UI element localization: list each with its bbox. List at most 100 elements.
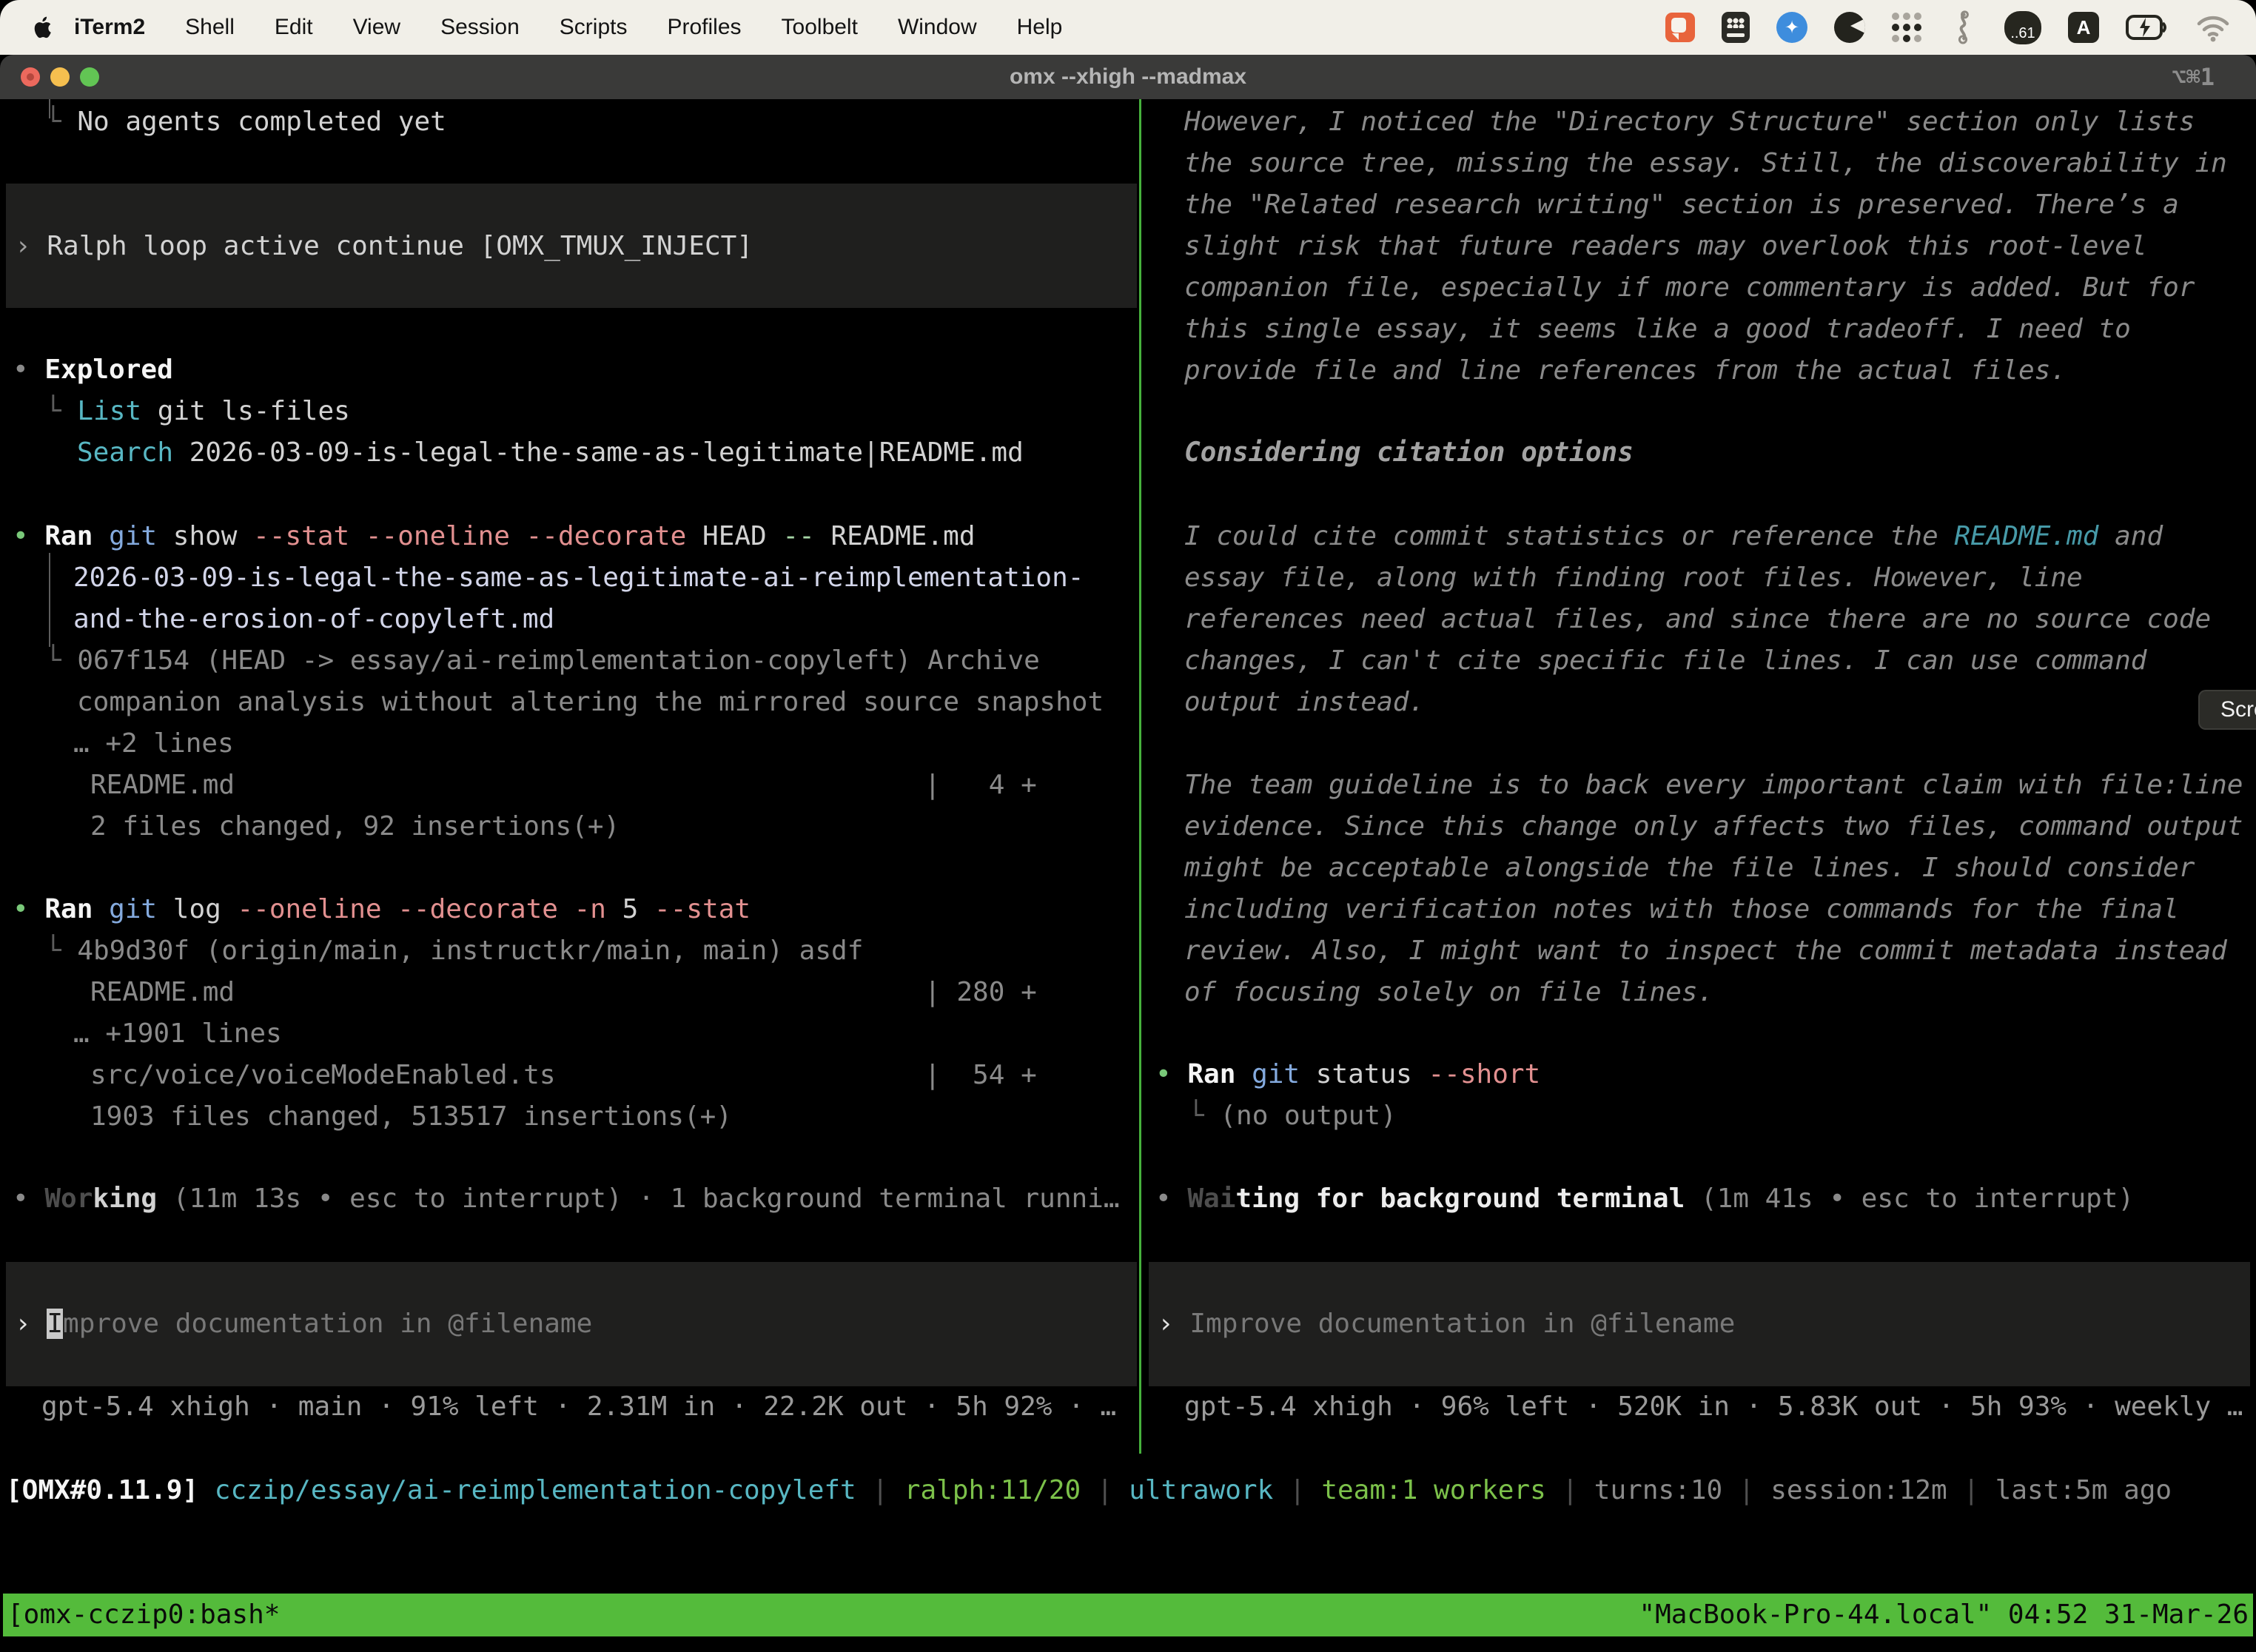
- menu-item-help[interactable]: Help: [997, 0, 1083, 55]
- wifi-icon[interactable]: [2195, 13, 2231, 42]
- text-cursor: I: [47, 1309, 63, 1339]
- hook-icon[interactable]: [1948, 10, 1978, 44]
- terminal-segment: 067f154 (HEAD -> essay/ai-reimplementati…: [77, 645, 1039, 676]
- right-prompt-input[interactable]: › Improve documentation in @filename: [1149, 1262, 2250, 1386]
- terminal-segment: Ran: [44, 521, 93, 551]
- omx-bar-segment: |: [1546, 1475, 1594, 1505]
- screen-share-tab[interactable]: Scre: [2198, 690, 2256, 730]
- terminal-segment: companion analysis without altering the …: [77, 687, 1104, 717]
- menu-items: iTerm2ShellEditViewSessionScriptsProfile…: [58, 0, 1082, 55]
- tree-guide: [49, 553, 50, 647]
- terminal-segment: the "Related research writing" section i…: [1184, 189, 2179, 220]
- right-terminal-pane: However, I noticed the "Directory Struct…: [1143, 99, 2256, 1461]
- terminal-segment: 2026-03-09-is-legal-the-same-as-legitima…: [73, 563, 1084, 593]
- left-input-line: › Improve documentation in @filename: [15, 1303, 592, 1345]
- terminal-line: Considering citation options: [1184, 432, 1634, 474]
- window-shortcut-badge: ⌥⌘1: [2172, 55, 2215, 99]
- terminal-line: └ No agents completed yet: [45, 101, 446, 143]
- pane-divider[interactable]: [1139, 99, 1141, 1454]
- menu-item-iterm2[interactable]: iTerm2: [58, 0, 165, 55]
- omx-bar-segment: |: [1273, 1475, 1321, 1505]
- terminal-line: 2 files changed, 92 insertions(+): [90, 806, 620, 847]
- terminal-line: … +1901 lines: [73, 1013, 282, 1055]
- screenshot-icon[interactable]: [1665, 13, 1695, 42]
- terminal-line: └ (no output): [1188, 1095, 1397, 1137]
- menu-item-profiles[interactable]: Profiles: [647, 0, 761, 55]
- input-source-a-icon[interactable]: A: [2068, 12, 2099, 43]
- terminal-segment: Considering citation options: [1184, 437, 1634, 468]
- loom-icon[interactable]: [1834, 12, 1865, 43]
- terminal-line: references need actual files, and since …: [1184, 599, 2211, 640]
- terminal-segment: Wor: [44, 1183, 93, 1214]
- omx-bar-segment: |: [1947, 1475, 1995, 1505]
- terminal-line: and-the-erosion-of-copyleft.md: [73, 599, 554, 640]
- right-model-statusline: gpt-5.4 xhigh · 96% left · 520K in · 5.8…: [1184, 1386, 2243, 1428]
- terminal-line: The team guideline is to back every impo…: [1184, 765, 2243, 806]
- terminal-line: essay file, along with finding root file…: [1184, 557, 2083, 599]
- keyboard-grid-icon[interactable]: [1722, 12, 1750, 43]
- terminal-segment: README.md: [815, 521, 976, 551]
- terminal-line: src/voice/voiceModeEnabled.ts | 54 +: [90, 1055, 1037, 1096]
- terminal-segment: Search: [77, 437, 173, 468]
- terminal-segment: git: [1252, 1059, 1300, 1089]
- terminal-segment: git: [109, 521, 157, 551]
- omx-bar-segment: |: [1081, 1475, 1129, 1505]
- menu-item-view[interactable]: View: [333, 0, 420, 55]
- terminal-segment: [93, 521, 109, 551]
- apple-menu-icon[interactable]: [28, 11, 58, 44]
- terminal-segment: show: [157, 521, 253, 551]
- menu-item-toolbelt[interactable]: Toolbelt: [762, 0, 878, 55]
- menu-item-window[interactable]: Window: [878, 0, 997, 55]
- battery-61-badge[interactable]: ..61: [2004, 11, 2041, 44]
- terminal-line: └ 067f154 (HEAD -> essay/ai-reimplementa…: [45, 640, 1040, 682]
- menu-item-session[interactable]: Session: [420, 0, 540, 55]
- terminal-segment: README.md | 280 +: [90, 977, 1037, 1007]
- left-prompt-input[interactable]: › Improve documentation in @filename: [6, 1262, 1137, 1386]
- terminal-line: Search 2026-03-09-is-legal-the-same-as-l…: [77, 432, 1024, 474]
- omx-bar-segment: [198, 1475, 215, 1505]
- terminal-line: • Ran git status --short: [1155, 1054, 1540, 1095]
- terminal-segment: └: [45, 936, 77, 966]
- menu-item-shell[interactable]: Shell: [165, 0, 255, 55]
- terminal-segment: However, I noticed the "Directory Struct…: [1184, 107, 2195, 137]
- terminal-line: 1903 files changed, 513517 insertions(+): [90, 1096, 732, 1138]
- terminal-segment: Explored: [44, 355, 172, 385]
- terminal-segment: --stat: [654, 894, 751, 924]
- terminal-segment: --: [782, 521, 814, 551]
- omx-bar-segment: cczip/essay/ai-reimplementation-copyleft: [215, 1475, 856, 1505]
- battery-icon[interactable]: [2126, 12, 2169, 43]
- terminal-segment: •: [1155, 1183, 1187, 1214]
- menu-item-edit[interactable]: Edit: [255, 0, 333, 55]
- terminal-segment: essay file, along with finding root file…: [1184, 563, 2083, 593]
- terminal-segment: (11m 13s • esc to interrupt) · 1 backgro…: [157, 1183, 1119, 1214]
- terminal-segment: └: [45, 396, 77, 426]
- terminal-line: evidence. Since this change only affects…: [1184, 806, 2243, 847]
- screen-share-label: Scre: [2220, 697, 2256, 722]
- right-input-line: › Improve documentation in @filename: [1158, 1303, 1735, 1345]
- terminal-segment: └: [45, 107, 77, 137]
- terminal-segment: README.md: [1954, 521, 2098, 551]
- menu-item-scripts[interactable]: Scripts: [540, 0, 648, 55]
- verified-badge-icon[interactable]: ✦: [1776, 12, 1807, 43]
- omx-bar-segment: [OMX#0.11.9]: [6, 1475, 198, 1505]
- dots-grid-icon[interactable]: [1892, 13, 1921, 42]
- omx-bar-segment: session:12m: [1770, 1475, 1947, 1505]
- tmux-status-bar: [omx-cczip0:bash* "MacBook-Pro-44.local"…: [3, 1594, 2253, 1636]
- terminal-segment: log: [157, 894, 237, 924]
- terminal-segment: •: [1155, 1059, 1187, 1089]
- terminal-line: companion analysis without altering the …: [77, 682, 1104, 723]
- terminal-segment: git: [109, 894, 157, 924]
- prompt-chevron: ›: [15, 231, 47, 261]
- terminal-line: review. Also, I might want to inspect th…: [1184, 930, 2227, 972]
- omx-bar-segment: turns:10: [1594, 1475, 1722, 1505]
- terminal-line: output instead.: [1184, 682, 1425, 723]
- terminal-line: README.md | 280 +: [90, 972, 1037, 1013]
- terminal-segment: --oneline --decorate -n: [237, 894, 606, 924]
- terminal-line: • Waiting for background terminal (1m 41…: [1155, 1178, 2134, 1220]
- terminal-line: └ 4b9d30f (origin/main, instructkr/main,…: [45, 930, 863, 972]
- terminal-line: However, I noticed the "Directory Struct…: [1184, 101, 2195, 143]
- tmux-session-label: [omx-cczip0:bash*: [3, 1594, 280, 1636]
- terminal-segment: review. Also, I might want to inspect th…: [1184, 936, 2227, 966]
- terminal-segment: --short: [1429, 1059, 1541, 1089]
- terminal-segment: might be acceptable alongside the file l…: [1184, 853, 2195, 883]
